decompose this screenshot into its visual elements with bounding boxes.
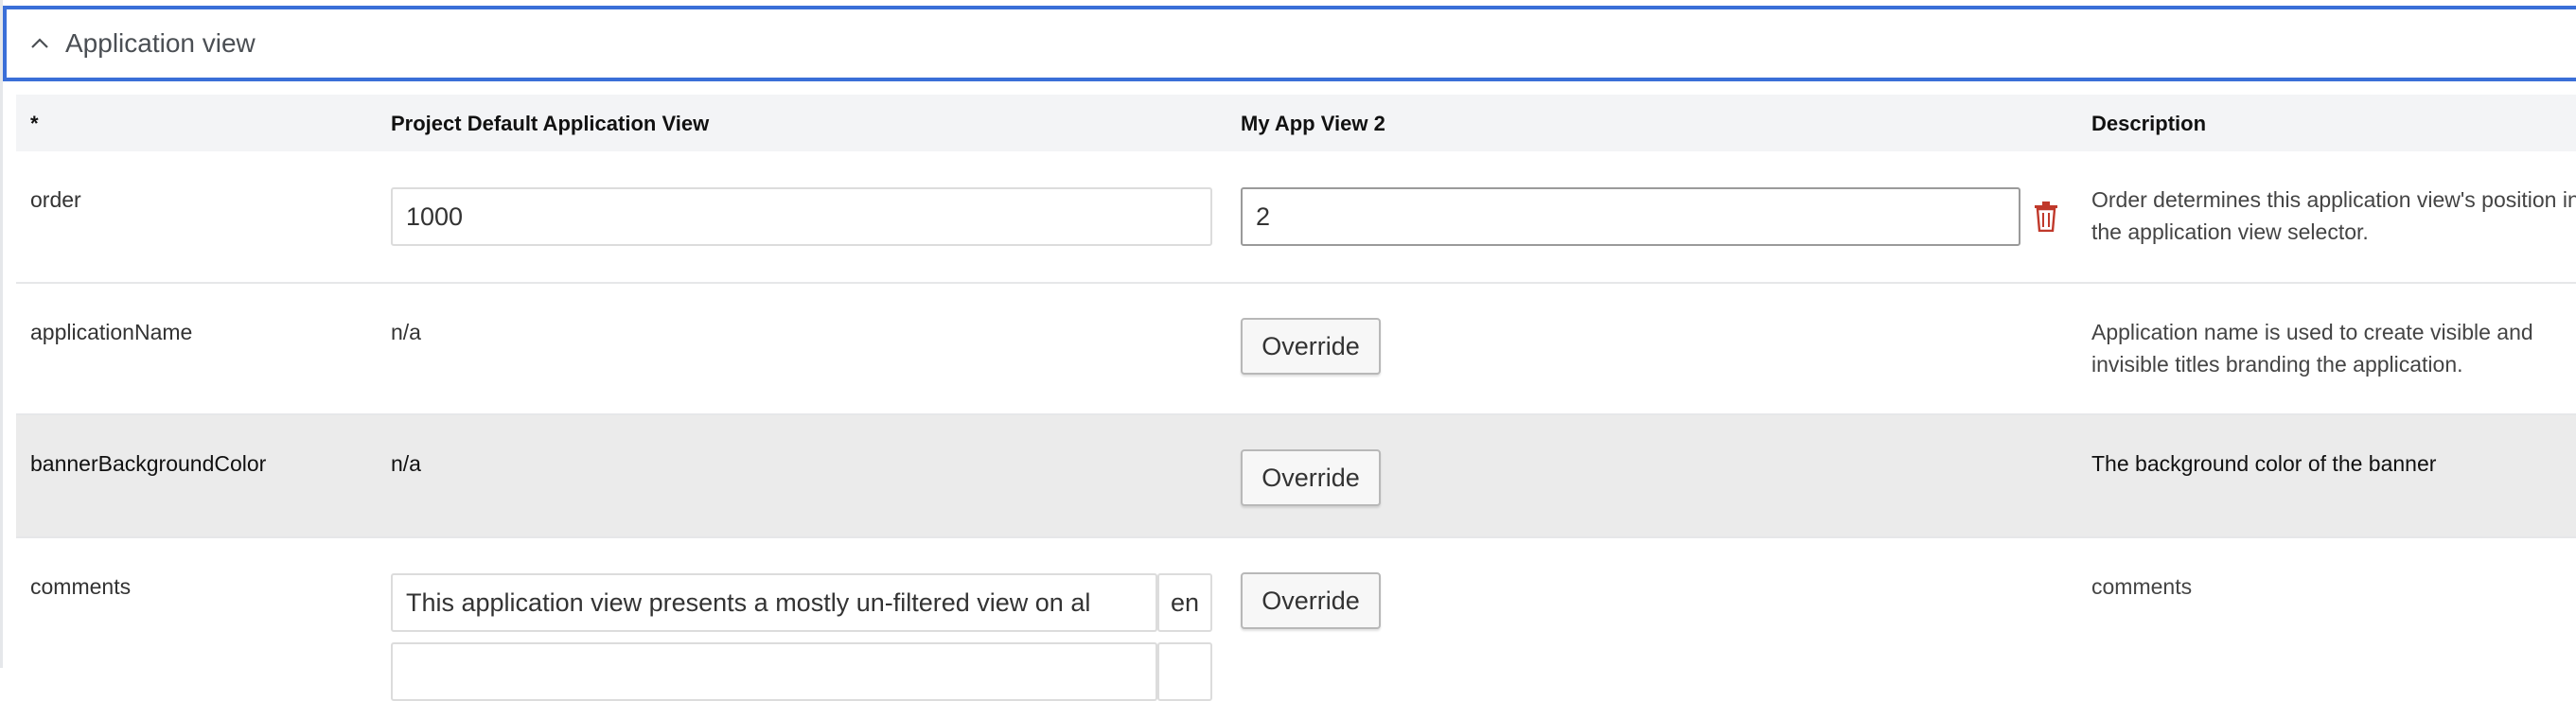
column-header-my-view: My App View 2 <box>1241 112 1385 135</box>
default-order-input[interactable]: 1000 <box>391 187 1212 246</box>
row-label: comments <box>30 574 132 599</box>
comments-language-field-2[interactable] <box>1157 642 1212 701</box>
chevron-up-icon[interactable] <box>27 31 52 56</box>
default-value-text: n/a <box>391 320 421 344</box>
row-label: order <box>30 187 81 212</box>
application-view-panel-header[interactable]: Application view <box>3 6 2576 81</box>
row-description: Application name is used to create visib… <box>2091 320 2533 377</box>
table-row-applicationName: applicationName n/a Override Application… <box>16 284 2576 415</box>
table-row-order: order 1000 2 Order determines this appli… <box>16 151 2576 284</box>
application-view-table: * Project Default Application View My Ap… <box>16 95 2576 701</box>
override-button[interactable]: Override <box>1241 318 1381 375</box>
override-button[interactable]: Override <box>1241 572 1381 629</box>
row-description: Order determines this application view's… <box>2091 187 2576 244</box>
table-row-comments: comments This application view presents … <box>16 538 2576 701</box>
left-border <box>0 0 3 668</box>
table-header: * Project Default Application View My Ap… <box>16 95 2576 151</box>
comments-language-field[interactable]: en <box>1157 573 1212 632</box>
default-value-text: n/a <box>391 451 421 476</box>
my-order-input[interactable]: 2 <box>1241 187 2020 246</box>
row-label: applicationName <box>30 320 193 344</box>
row-label: bannerBackgroundColor <box>30 451 267 476</box>
row-description: The background color of the banner <box>2091 451 2437 476</box>
row-description: comments <box>2091 574 2193 599</box>
trash-icon[interactable] <box>2034 202 2058 233</box>
column-header-description: Description <box>2091 112 2207 135</box>
column-header-default-view: Project Default Application View <box>391 112 710 135</box>
override-button[interactable]: Override <box>1241 449 1381 506</box>
comments-text-input-2[interactable] <box>391 642 1157 701</box>
table-row-bannerBackgroundColor: bannerBackgroundColor n/a Override The b… <box>16 415 2576 538</box>
panel-title: Application view <box>65 28 256 58</box>
column-header-key: * <box>30 112 39 135</box>
comments-text-input[interactable]: This application view presents a mostly … <box>391 573 1157 632</box>
